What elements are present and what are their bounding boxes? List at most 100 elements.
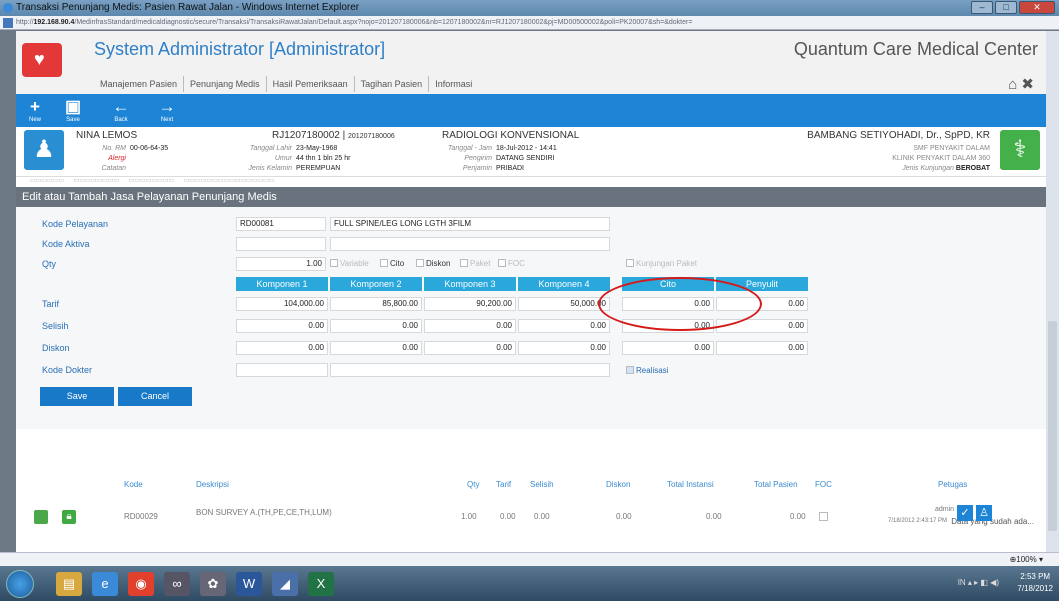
app-title: System Administrator [Administrator] [94,39,386,59]
word-icon[interactable]: W [236,572,262,596]
kode-aktiva-label: Kode Aktiva [42,239,90,249]
patient-banner: ♟ NINA LEMOS No. RM 00-06-64-35 Alergi C… [16,127,1046,177]
page-content: ♥ System Administrator [Administrator] Q… [16,31,1046,552]
payer-label: Penjamin [462,165,492,172]
kode-pelayanan-label: Kode Pelayanan [42,219,109,229]
chrome-icon[interactable]: ◉ [128,572,154,596]
selisih-komponen-3[interactable]: 0.00 [424,319,516,333]
col-komponen-2: Komponen 2 [330,277,422,291]
user-link-icon[interactable]: ♙ [976,505,992,521]
lock-icon[interactable]: 🔒︎ [62,510,76,524]
menu-item-informasi[interactable]: Informasi [429,76,478,92]
kunjungan-paket-label: Kunjungan Paket [636,259,697,268]
save-button[interactable]: Save [40,387,114,406]
tarif-komponen-3[interactable]: 90,200.00 [424,297,516,311]
new-button[interactable]: + New [18,97,52,123]
address-bar[interactable]: http://192.168.90.4/MedinfrasStandard/me… [0,16,1059,30]
cito-checkbox[interactable]: Cito [380,259,404,268]
kode-aktiva-input[interactable] [236,237,326,251]
foc-label: FOC [508,259,525,268]
kunjungan-paket-checkbox[interactable]: Kunjungan Paket [626,259,697,268]
paket-checkbox[interactable]: Paket [460,259,490,268]
sender-value: DATANG SENDIRI [496,155,555,162]
diskon-checkbox[interactable]: Diskon [416,259,450,268]
date-value: 18-Jul-2012 - 14:41 [496,145,557,152]
age-value: 44 thn 1 bln 25 hr [296,155,351,162]
diskon-penyulit[interactable]: 0.00 [716,341,808,355]
kode-pelayanan-input[interactable]: RD00081 [236,217,326,231]
save-label: Save [66,117,80,123]
row-selisih: 0.00 [534,512,550,521]
menu-item-hasil-pemeriksaan[interactable]: Hasil Pemeriksaan [267,76,355,92]
close-button[interactable]: ✕ [1019,1,1055,14]
row-foc-checkbox[interactable] [819,512,828,521]
paket-label: Paket [470,259,491,268]
browser-statusbar: ⊕100% ▾ [0,552,1059,566]
diskon-komponen-2[interactable]: 0.00 [330,341,422,355]
system-tray[interactable]: IN ▴ ▸ ◧ ◀) [958,578,999,587]
edit-row-icon[interactable] [34,510,48,524]
heart-icon: ♥ [34,49,45,69]
selisih-komponen-2[interactable]: 0.00 [330,319,422,333]
kode-dokter-label: Kode Dokter [42,365,93,375]
reg-sub: 201207180006 [348,133,395,140]
minimize-button[interactable]: – [971,1,993,14]
row-tarif: 0.00 [500,512,516,521]
start-button[interactable] [6,570,34,598]
menu-item-tagihan-pasien[interactable]: Tagihan Pasien [355,76,430,92]
diskon-komponen-3[interactable]: 0.00 [424,341,516,355]
foc-checkbox[interactable]: FOC [498,259,525,268]
windows-taskbar: ▤ e ◉ ∞ ✿ W ◢ X IN ▴ ▸ ◧ ◀) 2:53 PM 7/18/… [0,566,1059,601]
app-icon[interactable]: ✿ [200,572,226,596]
menu-item-penunjang-medis[interactable]: Penunjang Medis [184,76,267,92]
save-toolbar-button[interactable]: ▣ Save [56,97,90,123]
home-icon[interactable]: ⌂ [1008,76,1017,93]
back-label: Back [114,117,128,123]
folder-icon[interactable]: ▤ [56,572,82,596]
deskripsi-input[interactable]: FULL SPINE/LEG LONG LGTH 3FILM [330,217,610,231]
variable-label: Variable [340,259,369,268]
kode-dokter-input[interactable] [236,363,328,377]
reg-no: RJ1207180002 [272,130,340,141]
selisih-komponen-1[interactable]: 0.00 [236,319,328,333]
diskon-komponen-4[interactable]: 0.00 [518,341,610,355]
action-toolbar: + New ▣ Save ← Back → Next [16,94,1046,127]
arrow-left-icon: ← [112,97,130,116]
excel-icon[interactable]: X [308,572,334,596]
tarif-komponen-4[interactable]: 50,000.00 [518,297,610,311]
tarif-komponen-2[interactable]: 85,800.00 [330,297,422,311]
realisasi-checkbox[interactable]: Realisasi [626,366,668,375]
media-icon[interactable]: ∞ [164,572,190,596]
selisih-komponen-4[interactable]: 0.00 [518,319,610,333]
approve-check-icon[interactable]: ✓ [957,505,973,521]
aktiva-desc-input[interactable] [330,237,610,251]
back-button[interactable]: ← Back [104,97,138,123]
arrow-right-icon: → [158,97,176,116]
tools-icon[interactable]: ✖ [1021,76,1034,93]
age-label: Umur [274,155,292,162]
scrollbar-thumb[interactable] [1048,321,1057,531]
diskon-komponen-1[interactable]: 0.00 [236,341,328,355]
taskbar-clock[interactable]: 2:53 PM 7/18/2012 [1017,571,1053,595]
variable-checkbox[interactable]: Variable [330,259,369,268]
tarif-komponen-1[interactable]: 104,000.00 [236,297,328,311]
menu-item-manajemen-pasien[interactable]: Manajemen Pasien [94,76,185,92]
doctor-name: BAMBANG SETIYOHADI, Dr., SpPD, KR [807,130,990,141]
zoom-level[interactable]: ⊕100% ▾ [1010,553,1043,567]
clock-time: 2:53 PM [1020,572,1051,581]
editor-icon[interactable]: ◢ [272,572,298,596]
qty-input[interactable]: 1.00 [236,257,326,271]
next-button[interactable]: → Next [150,97,184,123]
row-petugas-time: 7/18/2012 2:43:17 PM [888,518,948,524]
vertical-scrollbar[interactable] [1046,31,1059,552]
list-header-selisih: Selisih [530,480,554,489]
internet-explorer-icon[interactable]: e [92,572,118,596]
dokter-name-input[interactable] [330,363,610,377]
row-kode: RD00029 [124,512,158,521]
rm-value: 00-06-64-35 [130,145,169,152]
new-label: New [28,117,41,123]
list-header-qty: Qty [467,480,480,489]
cancel-button[interactable]: Cancel [118,387,192,406]
maximize-button[interactable]: □ [995,1,1017,14]
diskon-cito[interactable]: 0.00 [622,341,714,355]
